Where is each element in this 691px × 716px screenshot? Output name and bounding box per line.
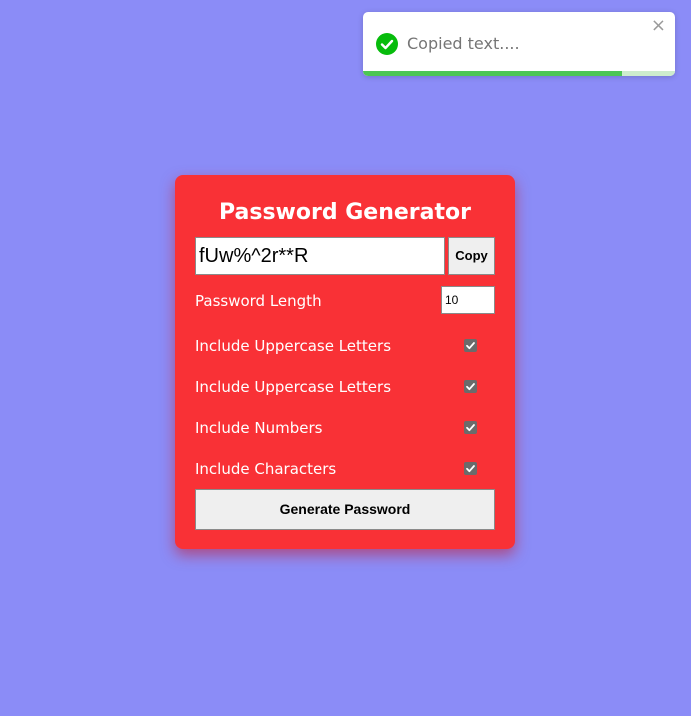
copy-button[interactable]: Copy <box>448 237 495 275</box>
option-label-uppercase: Include Uppercase Letters <box>195 337 392 355</box>
uppercase-checkbox-2[interactable] <box>464 380 477 393</box>
password-generator-card: Password Generator fUw%^2r**R Copy Passw… <box>175 175 515 549</box>
page-title: Password Generator <box>218 200 471 225</box>
uppercase-checkbox[interactable] <box>464 339 477 352</box>
close-icon[interactable]: × <box>651 16 666 36</box>
generate-password-button[interactable]: Generate Password <box>195 489 495 530</box>
password-length-label: Password Length <box>195 292 322 310</box>
characters-checkbox[interactable] <box>464 462 477 475</box>
toast-notification[interactable]: Copied text.... × <box>363 12 675 76</box>
option-label-numbers: Include Numbers <box>195 419 323 437</box>
option-label-characters: Include Characters <box>195 460 337 478</box>
check-circle-icon <box>376 33 398 55</box>
toast-message: Copied text.... <box>407 34 520 53</box>
numbers-checkbox[interactable] <box>464 421 477 434</box>
password-length-input[interactable]: 10 <box>441 286 495 314</box>
toast-progress-track <box>363 71 675 76</box>
password-output-field[interactable]: fUw%^2r**R <box>195 237 445 275</box>
toast-progress-bar <box>363 71 622 76</box>
option-label-uppercase-2: Include Uppercase Letters <box>195 378 392 396</box>
